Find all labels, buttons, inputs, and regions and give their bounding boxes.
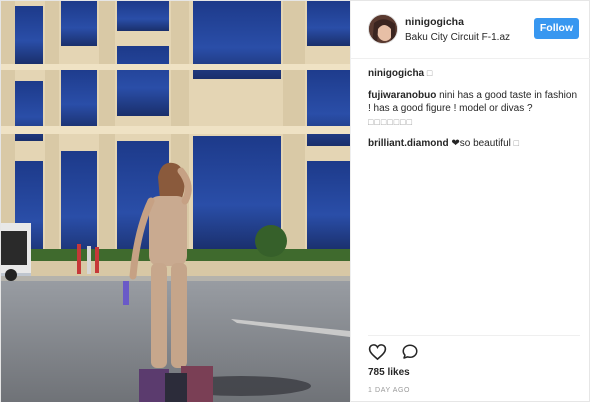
post-actions — [368, 343, 429, 363]
comment-glyph: □ — [513, 138, 521, 148]
comment-glyph: □□□□□□□ — [368, 116, 414, 127]
post-username[interactable]: ninigogicha — [405, 16, 464, 28]
comment-text: ❤so beautiful — [451, 138, 511, 149]
avatar[interactable] — [368, 14, 398, 44]
avatar-image — [369, 15, 397, 43]
instagram-post: ninigogicha Baku City Circuit F-1.az Fol… — [0, 0, 590, 402]
likes-count[interactable]: 785 likes — [368, 367, 410, 378]
comment-username[interactable]: fujiwaranobuo — [368, 90, 436, 101]
post-photo[interactable] — [1, 1, 350, 402]
follow-button[interactable]: Follow — [534, 18, 579, 39]
post-side-panel: ninigogicha Baku City Circuit F-1.az Fol… — [350, 1, 590, 402]
comment-item: ninigogicha □ — [368, 67, 580, 81]
post-location[interactable]: Baku City Circuit F-1.az — [405, 32, 510, 43]
comments-list: ninigogicha □ fujiwaranobuo nini has a g… — [368, 67, 580, 159]
comment-item: brilliant.diamond ❤so beautiful □ — [368, 137, 580, 151]
comment-username[interactable]: ninigogicha — [368, 68, 424, 79]
actions-divider — [368, 335, 580, 336]
post-header: ninigogicha Baku City Circuit F-1.az Fol… — [351, 1, 590, 59]
speech-bubble-icon[interactable] — [401, 343, 419, 366]
photo-scene — [1, 1, 350, 402]
heart-outline-icon[interactable] — [368, 343, 387, 366]
comment-glyph: □ — [426, 68, 434, 78]
comment-username[interactable]: brilliant.diamond — [368, 138, 449, 149]
comment-item: fujiwaranobuo nini has a good taste in f… — [368, 89, 580, 130]
post-timestamp[interactable]: 1 DAY AGO — [368, 387, 410, 394]
